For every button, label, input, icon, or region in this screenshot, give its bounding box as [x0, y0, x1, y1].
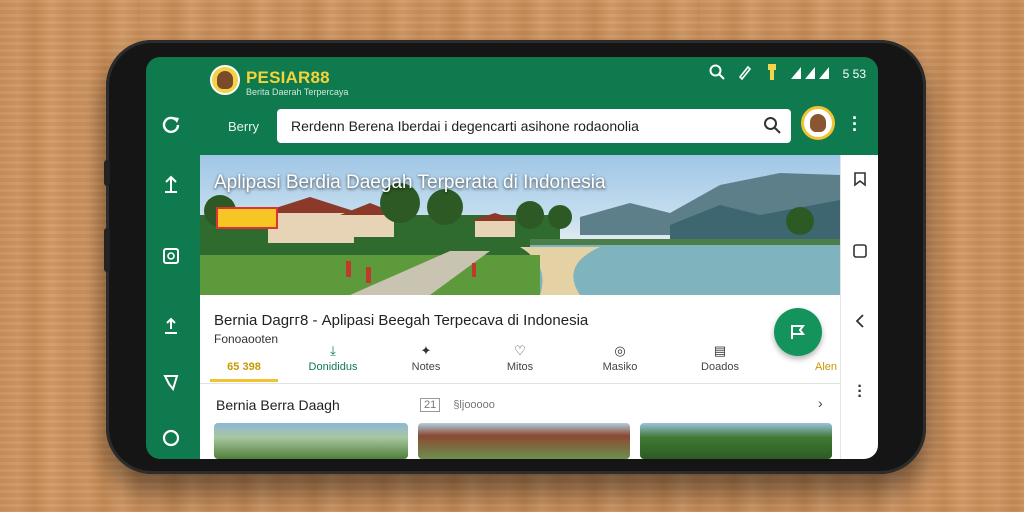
search-input[interactable]: Rerdenn Berena Iberdai i degencarti asih… [277, 109, 791, 143]
gallery-icon[interactable] [160, 245, 182, 267]
news-thumbnail[interactable] [640, 423, 832, 459]
location-icon: ◎ [614, 343, 626, 358]
chevron-right-icon[interactable]: › [818, 395, 823, 411]
status-bar: 5 53 [709, 63, 866, 85]
flashlight-icon [765, 63, 779, 85]
signal-icon [790, 65, 831, 83]
tab-bar: 65 398 ⤓ Donididus ✦ Notes ♡ Mitos ◎ Mas… [200, 343, 840, 384]
share-icon[interactable] [160, 315, 182, 337]
right-side-rail: · · · [840, 155, 878, 459]
section-count: 21 [420, 398, 441, 412]
tab-label: 65 398 [227, 361, 261, 373]
tab-mitos[interactable]: ♡ Mitos [490, 343, 550, 373]
logo-portrait-icon [217, 71, 233, 89]
phone-volume-button [104, 228, 110, 272]
document-icon: ▤ [713, 343, 727, 358]
hero-banner[interactable]: Aplipasi Berdia Daegah Terperata di Indo… [200, 155, 840, 295]
tab-label: Notes [411, 361, 441, 373]
news-thumbnail[interactable] [214, 423, 408, 459]
search-icon[interactable] [709, 64, 725, 84]
tab-more[interactable]: Alen [812, 361, 840, 373]
heart-icon: ♡ [514, 343, 526, 358]
user-portrait-icon [810, 114, 826, 132]
phone-screen: PESIAR88 Berita Daerah Terpercaya 5 53 B… [146, 57, 878, 459]
section-title: Bernia Berra Daagh [216, 397, 340, 413]
download-icon: ⤓ [330, 343, 336, 358]
upload-icon[interactable] [160, 173, 182, 195]
search-icon[interactable] [763, 116, 781, 134]
app-logo[interactable] [210, 65, 240, 95]
tab-label: Doados [701, 361, 739, 373]
section-meta-text: §ljooooo [453, 399, 495, 411]
status-time: 5 53 [842, 67, 866, 81]
menu-label[interactable]: Berry [228, 119, 259, 134]
brand-subtitle: Berita Daerah Terpercaya [246, 87, 349, 97]
main-content: Aplipasi Berdia Daegah Terperata di Indo… [200, 155, 840, 459]
flag-icon [791, 325, 805, 339]
brand-name: PESIAR88 [246, 68, 330, 87]
tab-label: Alen [814, 361, 838, 373]
news-thumbnail[interactable] [418, 423, 630, 459]
post-title: Bernia Dagгг8 - Aplipasi Beegah Terpecav… [214, 312, 589, 329]
user-avatar[interactable] [801, 106, 835, 140]
tab-masiko[interactable]: ◎ Masiko [588, 343, 652, 373]
profile-icon[interactable] [160, 427, 182, 449]
hero-sign-image [216, 207, 278, 229]
tab-label: Donididus [308, 361, 358, 373]
edit-icon[interactable] [737, 64, 753, 84]
bookmark-icon[interactable] [160, 371, 182, 393]
hero-title: Aplipasi Berdia Daegah Terperata di Indo… [214, 172, 606, 193]
more-options-icon[interactable]: · · · [852, 109, 858, 139]
back-chevron-icon[interactable] [850, 311, 870, 331]
tab-label: Masiko [602, 361, 638, 373]
tab-doados[interactable]: ▤ Doados [688, 343, 752, 373]
tab-views-count[interactable]: 65 398 [210, 361, 278, 373]
section-meta: 21 §ljooooo [420, 398, 495, 412]
square-icon[interactable] [850, 241, 870, 261]
tab-notes[interactable]: ✦ Notes [396, 343, 456, 373]
more-vertical-icon[interactable]: · · · [850, 378, 870, 404]
phone-power-button [104, 160, 110, 186]
refresh-icon[interactable] [160, 113, 182, 135]
app-top-bar: PESIAR88 Berita Daerah Terpercaya 5 53 [146, 57, 878, 101]
pin-icon: ✦ [420, 343, 432, 358]
active-tab-indicator [210, 379, 278, 382]
bookmark-icon[interactable] [850, 169, 870, 189]
search-query-text: Rerdenn Berena Iberdai i degencarti asih… [291, 118, 639, 134]
tab-downloads[interactable]: ⤓ Donididus [298, 343, 368, 373]
tab-label: Mitos [506, 361, 534, 373]
